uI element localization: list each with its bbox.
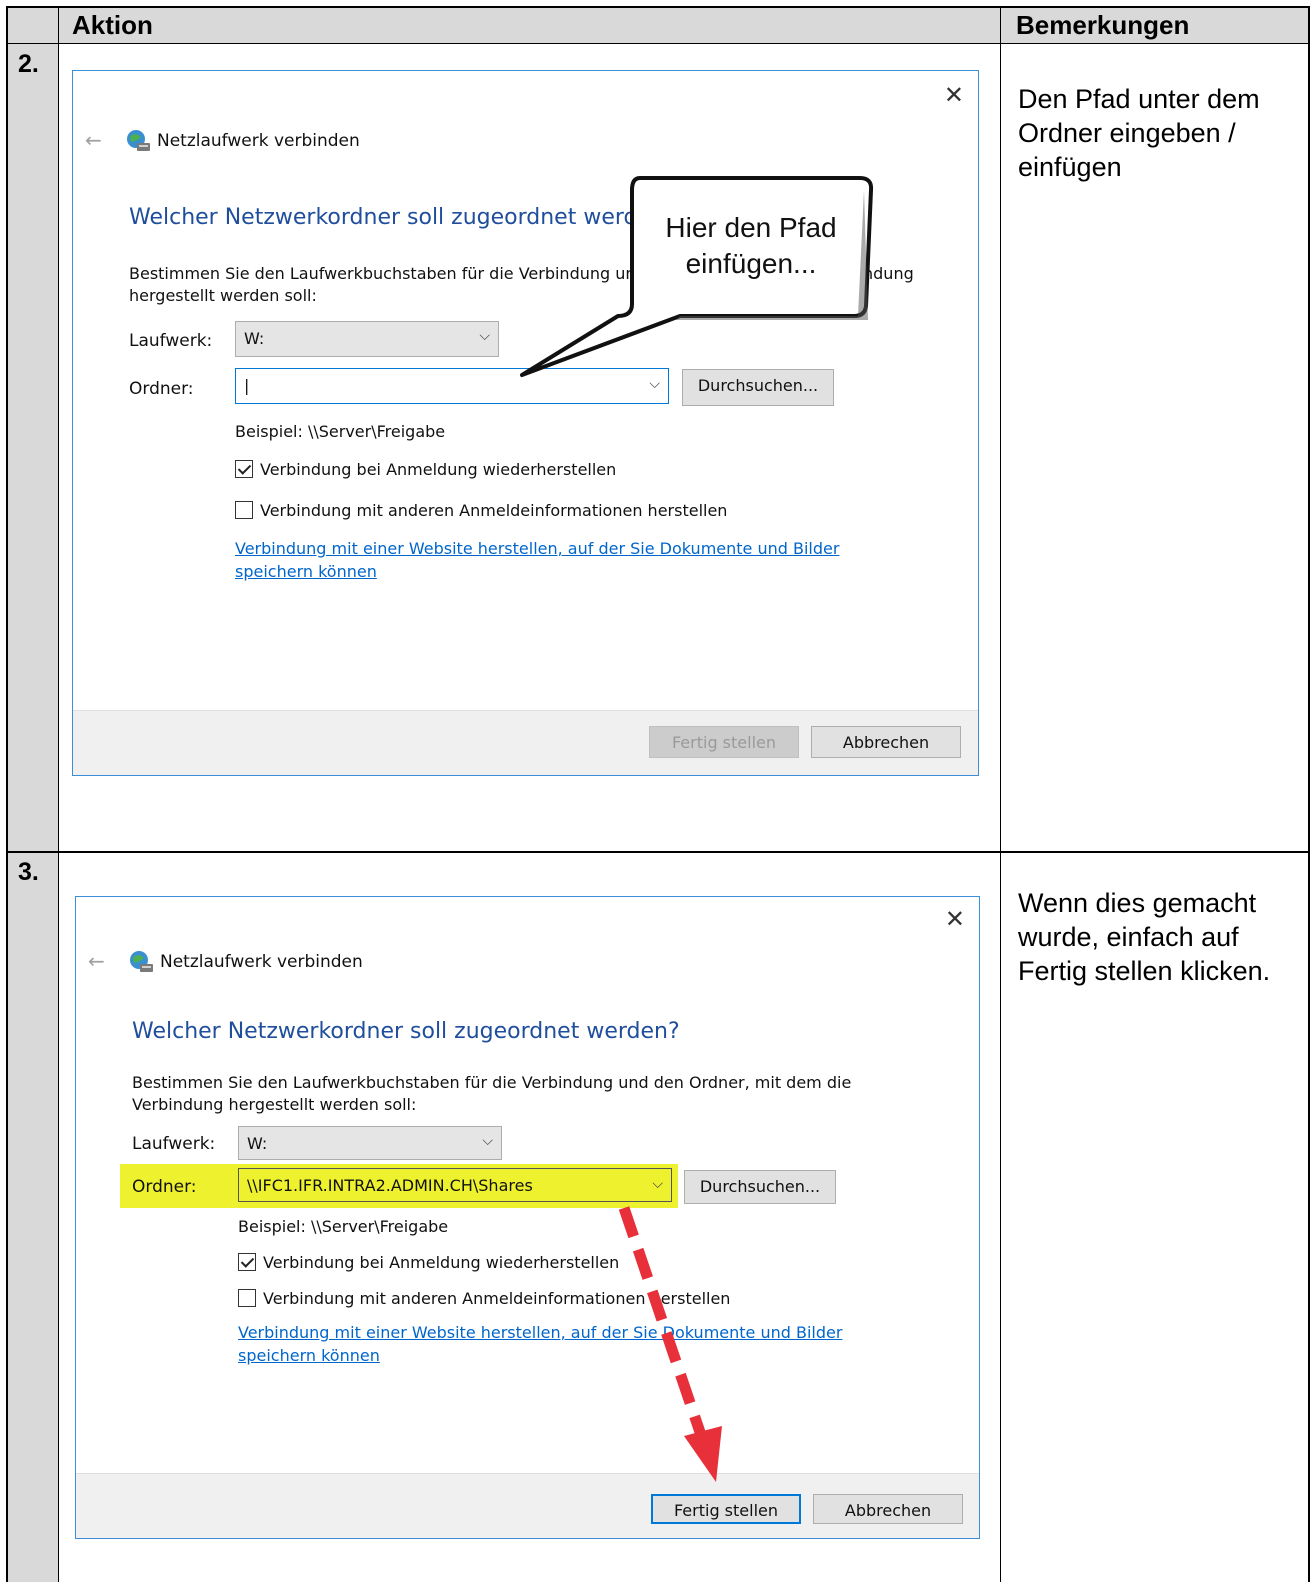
arrow-head: [684, 1426, 722, 1482]
credentials-label: Verbindung mit anderen Anmeldeinformatio…: [260, 501, 728, 520]
drive-select[interactable]: W: ⌵: [238, 1126, 502, 1160]
back-arrow-icon[interactable]: ←: [88, 949, 105, 973]
reconnect-checkbox[interactable]: [235, 460, 253, 478]
arrow-shaft: [618, 1206, 710, 1446]
cancel-button[interactable]: Abbrechen: [811, 726, 961, 758]
dialog-title: Netzlaufwerk verbinden: [160, 952, 363, 972]
red-dashed-arrow: [618, 1206, 722, 1482]
drive-value: W:: [247, 1134, 268, 1153]
website-link[interactable]: Verbindung mit einer Website herstellen,…: [235, 537, 915, 583]
reconnect-label: Verbindung bei Anmeldung wiederherstelle…: [260, 460, 617, 479]
close-icon[interactable]: ✕: [945, 905, 965, 933]
dialog-question: Welcher Netzwerkordner soll zugeordnet w…: [132, 1019, 680, 1044]
finish-button[interactable]: Fertig stellen: [649, 726, 799, 758]
drive-label: Laufwerk:: [132, 1134, 216, 1154]
chevron-down-icon[interactable]: ⌵: [482, 1133, 493, 1149]
remark-text: Wenn dies gemacht wurde, einfach auf Fer…: [1018, 888, 1271, 986]
network-drive-icon: [130, 951, 153, 972]
dialog-description: Bestimmen Sie den Laufwerkbuchstaben für…: [132, 1073, 852, 1114]
table-row-divider: [6, 851, 1309, 853]
credentials-checkbox[interactable]: [235, 501, 253, 519]
row-number: 3.: [18, 858, 39, 886]
example-text: Beispiel: \\Server\Freigabe: [235, 422, 446, 441]
callout-text: Hier den Pfad einfügen...: [665, 212, 837, 279]
